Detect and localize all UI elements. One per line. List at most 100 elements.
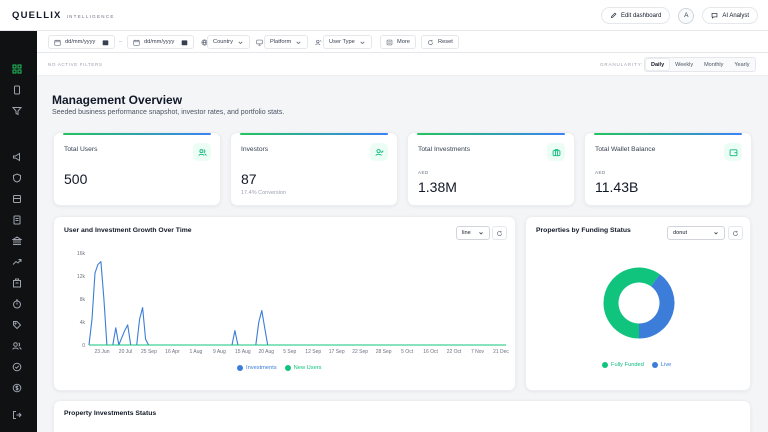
donut-slice-live[interactable] — [638, 274, 675, 339]
people-icon[interactable] — [11, 340, 23, 352]
legend-label-live: Live — [660, 362, 672, 368]
tags-icon[interactable] — [11, 319, 23, 331]
trending-up-icon[interactable] — [11, 256, 23, 268]
filter-icon[interactable] — [11, 105, 23, 117]
y-tick-label: 8k — [80, 297, 86, 303]
legend-investments[interactable]: Investments — [237, 365, 277, 371]
calendar-picker-icon[interactable] — [102, 39, 109, 46]
dashboard-icon[interactable] — [11, 63, 23, 75]
legend-new-users[interactable]: New Users — [284, 365, 322, 371]
user-type-label: User Type — [329, 39, 355, 45]
monitor-icon — [256, 39, 263, 46]
legend-swatch-live — [651, 362, 658, 368]
growth-chart-card: User and Investment Growth Over Time lin… — [53, 216, 516, 391]
chevron-down-icon — [479, 232, 483, 235]
y-tick-label: 12k — [77, 274, 86, 280]
growth-chart-type-select[interactable]: line — [456, 226, 490, 240]
chevron-down-icon — [714, 232, 718, 235]
refresh-icon — [428, 39, 433, 45]
legend-label-new-users: New Users — [293, 365, 322, 371]
y-tick-label: 0 — [82, 343, 85, 349]
user-avatar[interactable]: A — [678, 7, 695, 24]
check-circle-icon[interactable] — [11, 361, 23, 373]
x-tick-label: 20 Aug — [259, 349, 275, 355]
database-icon[interactable] — [11, 193, 23, 205]
bank-icon[interactable] — [11, 235, 23, 247]
granularity-weekly[interactable]: Weekly — [670, 59, 698, 70]
more-label: More — [397, 39, 410, 45]
dollar-icon[interactable] — [11, 382, 23, 394]
date-range-separator: – — [119, 39, 123, 45]
top-header: QUELLIX INTELLIGENCE Edit dashboard A AI… — [0, 0, 768, 31]
filter-bar: dd/mm/yyyy – dd/mm/yyyy Country Platform… — [37, 31, 768, 53]
platform-select[interactable]: Platform — [264, 35, 309, 49]
y-tick-label: 16k — [77, 251, 86, 257]
briefcase-icon — [547, 143, 565, 161]
shield-icon[interactable] — [11, 172, 23, 184]
chevron-down-icon — [238, 41, 243, 44]
x-tick-label: 25 Sep — [141, 349, 157, 355]
stat-title: Total Users — [64, 146, 98, 153]
edit-dashboard-button[interactable]: Edit dashboard — [600, 7, 671, 24]
user-tag-icon — [315, 39, 322, 45]
granularity-yearly[interactable]: Yearly — [729, 59, 754, 70]
platform-label: Platform — [270, 39, 292, 45]
megaphone-icon[interactable] — [11, 151, 23, 163]
legend-swatch-investments — [237, 365, 243, 371]
reset-button[interactable]: Reset — [421, 35, 459, 49]
funding-chart-type-value: donut — [673, 230, 687, 236]
page-title: Management Overview — [52, 93, 183, 107]
logout-icon[interactable] — [11, 409, 23, 421]
series-line-investments[interactable] — [88, 261, 506, 346]
mobile-icon[interactable] — [11, 84, 23, 96]
growth-chart-legend: Investments New Users — [237, 365, 321, 371]
refresh-icon — [733, 230, 738, 236]
calendar-picker-icon[interactable] — [181, 39, 188, 46]
funding-chart-card: Properties by Funding Status donut Fully… — [525, 216, 751, 391]
legend-live[interactable]: Live — [651, 362, 672, 368]
granularity-toggle: Daily Weekly Monthly Yearly — [644, 57, 757, 72]
more-filters-button[interactable]: More — [380, 35, 416, 49]
stat-accent-bar — [63, 133, 211, 135]
document-icon[interactable] — [11, 214, 23, 226]
stat-currency: AED — [595, 170, 606, 175]
country-select[interactable]: Country — [207, 35, 250, 49]
wallet-icon — [724, 143, 742, 161]
granularity-monthly[interactable]: Monthly — [699, 59, 728, 70]
funding-chart-refresh-button[interactable] — [728, 226, 743, 240]
x-tick-label: 23 Jun — [94, 349, 109, 355]
stat-accent-bar — [417, 133, 565, 135]
date-to-input[interactable]: dd/mm/yyyy — [127, 35, 194, 49]
timer-icon[interactable] — [11, 298, 23, 310]
property-investments-title: Property Investments Status — [64, 410, 157, 417]
growth-chart-refresh-button[interactable] — [492, 226, 507, 240]
stat-value: 11.43B — [595, 179, 639, 195]
user-type-select[interactable]: User Type — [323, 35, 372, 49]
pencil-icon — [610, 12, 617, 19]
stat-card-investors: Investors 87 17.4% Conversion — [230, 132, 398, 206]
edit-dashboard-label: Edit dashboard — [620, 12, 662, 19]
stat-accent-bar — [594, 133, 742, 135]
active-filters-status: NO ACTIVE FILTERS — [48, 62, 103, 67]
building-icon[interactable] — [11, 277, 23, 289]
ai-analyst-button[interactable]: AI Analyst — [702, 7, 758, 24]
page-subtitle: Seeded business performance snapshot, in… — [52, 109, 285, 116]
x-tick-label: 22 Oct — [447, 349, 462, 355]
stat-value: 87 — [241, 171, 257, 187]
y-tick-label: 4k — [80, 320, 86, 326]
brand-logo[interactable]: QUELLIX INTELLIGENCE — [12, 10, 115, 21]
x-tick-label: 22 Sep — [352, 349, 368, 355]
x-tick-label: 7 Nov — [471, 349, 485, 355]
stat-title: Total Wallet Balance — [595, 146, 656, 153]
stat-value: 500 — [64, 171, 88, 187]
legend-label-investments: Investments — [246, 365, 277, 371]
stat-card-wallet-balance: Total Wallet Balance AED 11.43B — [584, 132, 752, 206]
x-tick-label: 15 Aug — [235, 349, 251, 355]
date-to-placeholder: dd/mm/yyyy — [144, 39, 175, 45]
granularity-daily[interactable]: Daily — [646, 59, 670, 70]
date-from-input[interactable]: dd/mm/yyyy — [48, 35, 115, 49]
brand-name: QUELLIX — [12, 10, 62, 21]
country-label: Country — [213, 39, 233, 45]
funding-chart-type-select[interactable]: donut — [667, 226, 725, 240]
legend-fully-funded[interactable]: Fully Funded — [602, 362, 644, 368]
